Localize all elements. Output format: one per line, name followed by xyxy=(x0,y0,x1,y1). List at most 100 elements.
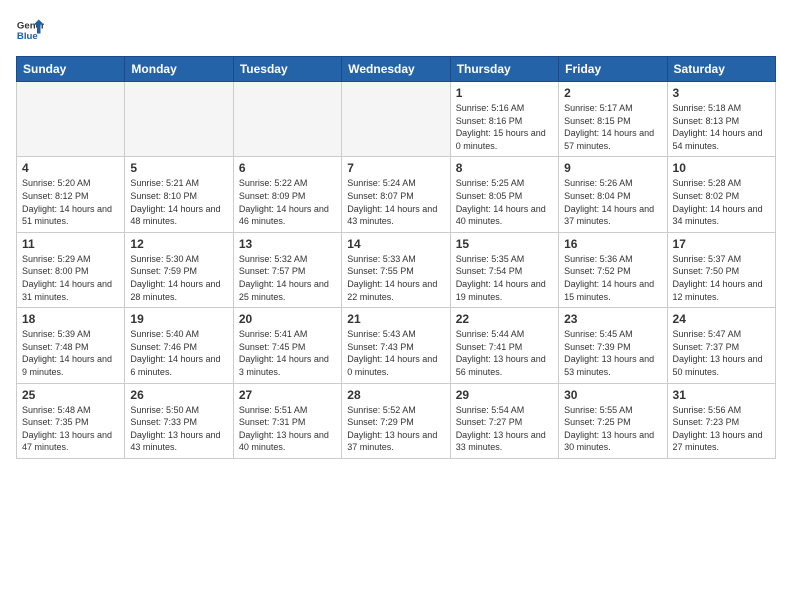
calendar-cell: 5Sunrise: 5:21 AM Sunset: 8:10 PM Daylig… xyxy=(125,157,233,232)
day-number: 11 xyxy=(22,237,119,251)
day-number: 3 xyxy=(673,86,770,100)
calendar-week-4: 18 Sunrise: 5:39 AM Sunset: 7:48 PM Dayli… xyxy=(17,308,776,383)
day-info: Sunrise: 5:50 AM Sunset: 7:33 PM Dayligh… xyxy=(130,404,227,454)
calendar-cell: 20Sunrise: 5:41 AM Sunset: 7:45 PM Dayli… xyxy=(233,308,341,383)
day-number: 15 xyxy=(456,237,553,251)
day-info: Sunrise: 5:39 AM Sunset: 7:48 PM Dayligh… xyxy=(22,328,119,378)
day-number: 23 xyxy=(564,312,661,326)
day-info: Sunrise: 5:30 AM Sunset: 7:59 PM Dayligh… xyxy=(130,253,227,303)
calendar-cell xyxy=(233,82,341,157)
day-info: Sunrise: 5:20 AM Sunset: 8:12 PM Dayligh… xyxy=(22,177,119,227)
calendar-cell: 26 Sunrise: 5:50 AM Sunset: 7:33 PM Dayli… xyxy=(125,383,233,458)
calendar-cell: 30 Sunrise: 5:55 AM Sunset: 7:25 PM Dayli… xyxy=(559,383,667,458)
day-number: 29 xyxy=(456,388,553,402)
day-info: Sunrise: 5:17 AM Sunset: 8:15 PM Dayligh… xyxy=(564,102,661,152)
day-number: 17 xyxy=(673,237,770,251)
day-info: Sunrise: 5:43 AM Sunset: 7:43 PM Dayligh… xyxy=(347,328,444,378)
day-info: Sunrise: 5:54 AM Sunset: 7:27 PM Dayligh… xyxy=(456,404,553,454)
calendar-week-3: 11 Sunrise: 5:29 AM Sunset: 8:00 PM Dayli… xyxy=(17,232,776,307)
day-number: 22 xyxy=(456,312,553,326)
day-info: Sunrise: 5:28 AM Sunset: 8:02 PM Dayligh… xyxy=(673,177,770,227)
calendar-cell: 7Sunrise: 5:24 AM Sunset: 8:07 PM Daylig… xyxy=(342,157,450,232)
day-number: 21 xyxy=(347,312,444,326)
logo-icon: General Blue xyxy=(16,16,44,44)
calendar-cell: 12 Sunrise: 5:30 AM Sunset: 7:59 PM Dayli… xyxy=(125,232,233,307)
header: General Blue xyxy=(16,16,776,44)
calendar-cell: 21 Sunrise: 5:43 AM Sunset: 7:43 PM Dayli… xyxy=(342,308,450,383)
calendar-cell: 9 Sunrise: 5:26 AM Sunset: 8:04 PM Daylig… xyxy=(559,157,667,232)
header-monday: Monday xyxy=(125,57,233,82)
calendar-week-2: 4 Sunrise: 5:20 AM Sunset: 8:12 PM Daylig… xyxy=(17,157,776,232)
calendar-cell: 15 Sunrise: 5:35 AM Sunset: 7:54 PM Dayli… xyxy=(450,232,558,307)
calendar-cell: 4 Sunrise: 5:20 AM Sunset: 8:12 PM Daylig… xyxy=(17,157,125,232)
calendar-cell: 10 Sunrise: 5:28 AM Sunset: 8:02 PM Dayli… xyxy=(667,157,775,232)
calendar-cell: 19 Sunrise: 5:40 AM Sunset: 7:46 PM Dayli… xyxy=(125,308,233,383)
day-number: 16 xyxy=(564,237,661,251)
day-number: 8 xyxy=(456,161,553,175)
calendar-cell: 23 Sunrise: 5:45 AM Sunset: 7:39 PM Dayli… xyxy=(559,308,667,383)
header-sunday: Sunday xyxy=(17,57,125,82)
day-info: Sunrise: 5:16 AM Sunset: 8:16 PM Dayligh… xyxy=(456,102,553,152)
calendar-cell: 31 Sunrise: 5:56 AM Sunset: 7:23 PM Dayli… xyxy=(667,383,775,458)
day-number: 12 xyxy=(130,237,227,251)
day-info: Sunrise: 5:47 AM Sunset: 7:37 PM Dayligh… xyxy=(673,328,770,378)
day-info: Sunrise: 5:18 AM Sunset: 8:13 PM Dayligh… xyxy=(673,102,770,152)
day-number: 2 xyxy=(564,86,661,100)
calendar-cell xyxy=(125,82,233,157)
day-info: Sunrise: 5:48 AM Sunset: 7:35 PM Dayligh… xyxy=(22,404,119,454)
day-info: Sunrise: 5:35 AM Sunset: 7:54 PM Dayligh… xyxy=(456,253,553,303)
logo: General Blue xyxy=(16,16,44,44)
day-number: 19 xyxy=(130,312,227,326)
calendar-cell: 27 Sunrise: 5:51 AM Sunset: 7:31 PM Dayli… xyxy=(233,383,341,458)
day-number: 26 xyxy=(130,388,227,402)
day-number: 25 xyxy=(22,388,119,402)
calendar-cell: 11 Sunrise: 5:29 AM Sunset: 8:00 PM Dayli… xyxy=(17,232,125,307)
calendar-cell: 1 Sunrise: 5:16 AM Sunset: 8:16 PM Daylig… xyxy=(450,82,558,157)
calendar-week-5: 25 Sunrise: 5:48 AM Sunset: 7:35 PM Dayli… xyxy=(17,383,776,458)
day-info: Sunrise: 5:26 AM Sunset: 8:04 PM Dayligh… xyxy=(564,177,661,227)
header-wednesday: Wednesday xyxy=(342,57,450,82)
calendar-cell: 18 Sunrise: 5:39 AM Sunset: 7:48 PM Dayli… xyxy=(17,308,125,383)
header-tuesday: Tuesday xyxy=(233,57,341,82)
calendar-cell: 28 Sunrise: 5:52 AM Sunset: 7:29 PM Dayli… xyxy=(342,383,450,458)
calendar-cell: 29 Sunrise: 5:54 AM Sunset: 7:27 PM Dayli… xyxy=(450,383,558,458)
calendar-cell: 6Sunrise: 5:22 AM Sunset: 8:09 PM Daylig… xyxy=(233,157,341,232)
day-info: Sunrise: 5:29 AM Sunset: 8:00 PM Dayligh… xyxy=(22,253,119,303)
header-friday: Friday xyxy=(559,57,667,82)
day-number: 18 xyxy=(22,312,119,326)
calendar-cell: 22 Sunrise: 5:44 AM Sunset: 7:41 PM Dayli… xyxy=(450,308,558,383)
day-number: 28 xyxy=(347,388,444,402)
day-number: 27 xyxy=(239,388,336,402)
day-info: Sunrise: 5:56 AM Sunset: 7:23 PM Dayligh… xyxy=(673,404,770,454)
day-info: Sunrise: 5:36 AM Sunset: 7:52 PM Dayligh… xyxy=(564,253,661,303)
day-number: 30 xyxy=(564,388,661,402)
day-info: Sunrise: 5:55 AM Sunset: 7:25 PM Dayligh… xyxy=(564,404,661,454)
calendar: SundayMondayTuesdayWednesdayThursdayFrid… xyxy=(16,56,776,459)
calendar-cell: 8Sunrise: 5:25 AM Sunset: 8:05 PM Daylig… xyxy=(450,157,558,232)
day-number: 10 xyxy=(673,161,770,175)
calendar-cell: 3 Sunrise: 5:18 AM Sunset: 8:13 PM Daylig… xyxy=(667,82,775,157)
calendar-cell xyxy=(342,82,450,157)
day-info: Sunrise: 5:44 AM Sunset: 7:41 PM Dayligh… xyxy=(456,328,553,378)
day-info: Sunrise: 5:40 AM Sunset: 7:46 PM Dayligh… xyxy=(130,328,227,378)
day-info: Sunrise: 5:32 AM Sunset: 7:57 PM Dayligh… xyxy=(239,253,336,303)
day-info: Sunrise: 5:22 AM Sunset: 8:09 PM Dayligh… xyxy=(239,177,336,227)
calendar-cell: 13 Sunrise: 5:32 AM Sunset: 7:57 PM Dayli… xyxy=(233,232,341,307)
day-number: 31 xyxy=(673,388,770,402)
calendar-cell: 2 Sunrise: 5:17 AM Sunset: 8:15 PM Daylig… xyxy=(559,82,667,157)
day-number: 1 xyxy=(456,86,553,100)
calendar-cell: 17 Sunrise: 5:37 AM Sunset: 7:50 PM Dayli… xyxy=(667,232,775,307)
day-info: Sunrise: 5:45 AM Sunset: 7:39 PM Dayligh… xyxy=(564,328,661,378)
day-number: 20 xyxy=(239,312,336,326)
calendar-cell xyxy=(17,82,125,157)
day-info: Sunrise: 5:24 AM Sunset: 8:07 PM Dayligh… xyxy=(347,177,444,227)
day-number: 9 xyxy=(564,161,661,175)
calendar-cell: 14Sunrise: 5:33 AM Sunset: 7:55 PM Dayli… xyxy=(342,232,450,307)
day-number: 4 xyxy=(22,161,119,175)
calendar-cell: 24Sunrise: 5:47 AM Sunset: 7:37 PM Dayli… xyxy=(667,308,775,383)
day-number: 13 xyxy=(239,237,336,251)
day-info: Sunrise: 5:51 AM Sunset: 7:31 PM Dayligh… xyxy=(239,404,336,454)
day-info: Sunrise: 5:37 AM Sunset: 7:50 PM Dayligh… xyxy=(673,253,770,303)
header-thursday: Thursday xyxy=(450,57,558,82)
day-info: Sunrise: 5:52 AM Sunset: 7:29 PM Dayligh… xyxy=(347,404,444,454)
